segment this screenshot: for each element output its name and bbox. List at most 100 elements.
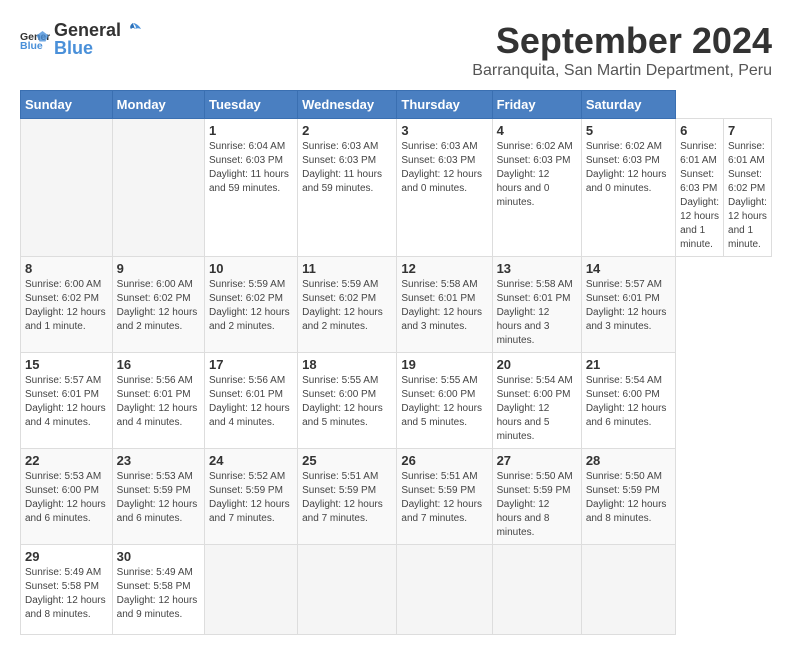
calendar-week-row: 15 Sunrise: 5:57 AM Sunset: 6:01 PM Dayl… — [21, 353, 772, 449]
calendar-cell: 6 Sunrise: 6:01 AM Sunset: 6:03 PM Dayli… — [676, 119, 724, 257]
day-detail: Sunrise: 5:56 AM Sunset: 6:01 PM Dayligh… — [209, 375, 290, 428]
day-number: 27 — [497, 453, 577, 468]
weekday-header-wednesday: Wednesday — [298, 91, 397, 119]
calendar-cell: 23 Sunrise: 5:53 AM Sunset: 5:59 PM Dayl… — [112, 449, 204, 545]
day-number: 24 — [209, 453, 293, 468]
day-number: 8 — [25, 261, 108, 276]
day-detail: Sunrise: 5:51 AM Sunset: 5:59 PM Dayligh… — [302, 471, 383, 524]
weekday-header-sunday: Sunday — [21, 91, 113, 119]
day-detail: Sunrise: 5:55 AM Sunset: 6:00 PM Dayligh… — [401, 375, 482, 428]
calendar-cell: 22 Sunrise: 5:53 AM Sunset: 6:00 PM Dayl… — [21, 449, 113, 545]
calendar-cell: 30 Sunrise: 5:49 AM Sunset: 5:58 PM Dayl… — [112, 545, 204, 635]
day-number: 13 — [497, 261, 577, 276]
calendar-cell: 27 Sunrise: 5:50 AM Sunset: 5:59 PM Dayl… — [492, 449, 581, 545]
day-detail: Sunrise: 5:54 AM Sunset: 6:00 PM Dayligh… — [586, 375, 667, 428]
logo-icon: General Blue — [20, 28, 50, 52]
day-detail: Sunrise: 5:52 AM Sunset: 5:59 PM Dayligh… — [209, 471, 290, 524]
day-detail: Sunrise: 5:50 AM Sunset: 5:59 PM Dayligh… — [497, 471, 573, 538]
day-detail: Sunrise: 6:03 AM Sunset: 6:03 PM Dayligh… — [302, 141, 382, 194]
day-number: 6 — [680, 123, 719, 138]
calendar-cell: 15 Sunrise: 5:57 AM Sunset: 6:01 PM Dayl… — [21, 353, 113, 449]
day-number: 17 — [209, 357, 293, 372]
day-number: 21 — [586, 357, 671, 372]
logo-bird-icon — [123, 21, 143, 41]
day-detail: Sunrise: 5:59 AM Sunset: 6:02 PM Dayligh… — [209, 279, 290, 332]
day-detail: Sunrise: 6:04 AM Sunset: 6:03 PM Dayligh… — [209, 141, 289, 194]
month-title: September 2024 — [472, 20, 772, 62]
day-detail: Sunrise: 5:53 AM Sunset: 6:00 PM Dayligh… — [25, 471, 106, 524]
day-number: 12 — [401, 261, 487, 276]
day-number: 10 — [209, 261, 293, 276]
day-number: 9 — [117, 261, 200, 276]
calendar-cell: 24 Sunrise: 5:52 AM Sunset: 5:59 PM Dayl… — [205, 449, 298, 545]
day-detail: Sunrise: 6:02 AM Sunset: 6:03 PM Dayligh… — [586, 141, 667, 194]
day-detail: Sunrise: 5:49 AM Sunset: 5:58 PM Dayligh… — [117, 567, 198, 620]
calendar-cell: 8 Sunrise: 6:00 AM Sunset: 6:02 PM Dayli… — [21, 257, 113, 353]
day-detail: Sunrise: 5:58 AM Sunset: 6:01 PM Dayligh… — [401, 279, 482, 332]
calendar-cell — [205, 545, 298, 635]
day-number: 23 — [117, 453, 200, 468]
day-number: 18 — [302, 357, 392, 372]
day-detail: Sunrise: 5:58 AM Sunset: 6:01 PM Dayligh… — [497, 279, 573, 346]
calendar-cell — [21, 119, 113, 257]
day-number: 22 — [25, 453, 108, 468]
day-number: 16 — [117, 357, 200, 372]
title-section: September 2024 Barranquita, San Martin D… — [472, 20, 772, 80]
calendar-cell: 28 Sunrise: 5:50 AM Sunset: 5:59 PM Dayl… — [581, 449, 675, 545]
calendar-week-row: 29 Sunrise: 5:49 AM Sunset: 5:58 PM Dayl… — [21, 545, 772, 635]
day-detail: Sunrise: 6:01 AM Sunset: 6:03 PM Dayligh… — [680, 141, 719, 250]
day-detail: Sunrise: 5:57 AM Sunset: 6:01 PM Dayligh… — [25, 375, 106, 428]
calendar-cell — [581, 545, 675, 635]
calendar-cell: 10 Sunrise: 5:59 AM Sunset: 6:02 PM Dayl… — [205, 257, 298, 353]
svg-text:Blue: Blue — [20, 40, 43, 52]
weekday-header-thursday: Thursday — [397, 91, 492, 119]
day-number: 26 — [401, 453, 487, 468]
calendar-cell: 29 Sunrise: 5:49 AM Sunset: 5:58 PM Dayl… — [21, 545, 113, 635]
weekday-header-monday: Monday — [112, 91, 204, 119]
weekday-header-saturday: Saturday — [581, 91, 675, 119]
calendar-cell: 26 Sunrise: 5:51 AM Sunset: 5:59 PM Dayl… — [397, 449, 492, 545]
calendar-cell — [298, 545, 397, 635]
day-number: 30 — [117, 549, 200, 564]
calendar-cell: 19 Sunrise: 5:55 AM Sunset: 6:00 PM Dayl… — [397, 353, 492, 449]
day-detail: Sunrise: 6:01 AM Sunset: 6:02 PM Dayligh… — [728, 141, 767, 250]
calendar-cell: 2 Sunrise: 6:03 AM Sunset: 6:03 PM Dayli… — [298, 119, 397, 257]
calendar-cell: 13 Sunrise: 5:58 AM Sunset: 6:01 PM Dayl… — [492, 257, 581, 353]
day-detail: Sunrise: 5:51 AM Sunset: 5:59 PM Dayligh… — [401, 471, 482, 524]
calendar-cell — [492, 545, 581, 635]
calendar-cell: 11 Sunrise: 5:59 AM Sunset: 6:02 PM Dayl… — [298, 257, 397, 353]
day-number: 20 — [497, 357, 577, 372]
calendar-cell — [397, 545, 492, 635]
calendar-table: SundayMondayTuesdayWednesdayThursdayFrid… — [20, 90, 772, 635]
calendar-cell: 25 Sunrise: 5:51 AM Sunset: 5:59 PM Dayl… — [298, 449, 397, 545]
calendar-cell: 16 Sunrise: 5:56 AM Sunset: 6:01 PM Dayl… — [112, 353, 204, 449]
day-detail: Sunrise: 5:49 AM Sunset: 5:58 PM Dayligh… — [25, 567, 106, 620]
calendar-cell: 21 Sunrise: 5:54 AM Sunset: 6:00 PM Dayl… — [581, 353, 675, 449]
day-number: 2 — [302, 123, 392, 138]
calendar-week-row: 1 Sunrise: 6:04 AM Sunset: 6:03 PM Dayli… — [21, 119, 772, 257]
day-number: 7 — [728, 123, 767, 138]
calendar-cell — [112, 119, 204, 257]
calendar-cell: 7 Sunrise: 6:01 AM Sunset: 6:02 PM Dayli… — [724, 119, 772, 257]
day-number: 28 — [586, 453, 671, 468]
day-detail: Sunrise: 5:50 AM Sunset: 5:59 PM Dayligh… — [586, 471, 667, 524]
page-header: General Blue General Blue September 2024… — [20, 20, 772, 80]
day-detail: Sunrise: 6:03 AM Sunset: 6:03 PM Dayligh… — [401, 141, 482, 194]
calendar-cell: 17 Sunrise: 5:56 AM Sunset: 6:01 PM Dayl… — [205, 353, 298, 449]
day-detail: Sunrise: 5:59 AM Sunset: 6:02 PM Dayligh… — [302, 279, 383, 332]
day-detail: Sunrise: 6:02 AM Sunset: 6:03 PM Dayligh… — [497, 141, 573, 208]
day-number: 4 — [497, 123, 577, 138]
day-detail: Sunrise: 6:00 AM Sunset: 6:02 PM Dayligh… — [117, 279, 198, 332]
calendar-cell: 14 Sunrise: 5:57 AM Sunset: 6:01 PM Dayl… — [581, 257, 675, 353]
day-number: 25 — [302, 453, 392, 468]
day-number: 1 — [209, 123, 293, 138]
calendar-cell: 1 Sunrise: 6:04 AM Sunset: 6:03 PM Dayli… — [205, 119, 298, 257]
day-number: 5 — [586, 123, 671, 138]
calendar-cell: 5 Sunrise: 6:02 AM Sunset: 6:03 PM Dayli… — [581, 119, 675, 257]
day-detail: Sunrise: 5:53 AM Sunset: 5:59 PM Dayligh… — [117, 471, 198, 524]
calendar-cell: 18 Sunrise: 5:55 AM Sunset: 6:00 PM Dayl… — [298, 353, 397, 449]
calendar-week-row: 8 Sunrise: 6:00 AM Sunset: 6:02 PM Dayli… — [21, 257, 772, 353]
weekday-header-row: SundayMondayTuesdayWednesdayThursdayFrid… — [21, 91, 772, 119]
calendar-cell: 20 Sunrise: 5:54 AM Sunset: 6:00 PM Dayl… — [492, 353, 581, 449]
weekday-header-tuesday: Tuesday — [205, 91, 298, 119]
